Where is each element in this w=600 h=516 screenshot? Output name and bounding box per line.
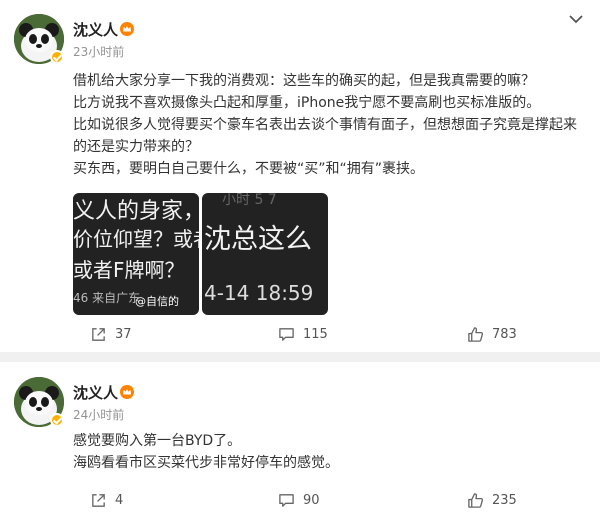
post-paragraph: 比如说很多人觉得要买个豪车名表出去谈个事情有面子，但想想面子究竟是撑起来的还是实… — [73, 117, 577, 155]
share-count: 37 — [115, 326, 132, 342]
comment-icon — [279, 327, 294, 341]
post-text: 借机给大家分享一下我的消费观：这些车的确买的起，但是我真需要的嘛？ 比方说我不喜… — [73, 70, 582, 180]
verified-badge-icon — [50, 50, 64, 64]
image-text-line: 4-14 18:59 — [204, 281, 314, 305]
share-icon — [92, 327, 105, 341]
image-watermark: @自信的 — [135, 295, 179, 308]
thumbs-up-icon — [468, 326, 484, 342]
share-button[interactable]: 37 — [90, 319, 132, 349]
comment-icon — [279, 493, 294, 507]
image-text-line: 沈总这么 — [204, 224, 312, 255]
like-button[interactable]: 783 — [467, 319, 517, 349]
image-text-line: 小时 5 7 — [222, 193, 277, 208]
share-icon — [92, 493, 105, 507]
comment-count: 115 — [303, 326, 328, 342]
post-paragraph: 买东西，要明白自己要什么，不要被“买”和“拥有”裹挟。 — [73, 161, 425, 177]
comment-count: 90 — [303, 492, 320, 508]
weibo-post: 沈义人 24小时前 感觉要购入第一台BYD了。 海鸥看看市区买菜代步非常好停车的… — [0, 362, 600, 516]
like-count: 235 — [492, 492, 517, 508]
share-count: 4 — [115, 492, 124, 508]
post-paragraph: 感觉要购入第一台BYD了。 — [73, 433, 242, 449]
chevron-down-icon[interactable] — [568, 14, 584, 24]
action-bar: 4 90 235 — [0, 485, 600, 515]
crown-icon — [120, 22, 134, 36]
image-text-line: 46 来自广东 — [73, 291, 141, 305]
author-name[interactable]: 沈义人 — [73, 382, 118, 403]
post-paragraph: 海鸥看看市区买菜代步非常好停车的感觉。 — [73, 455, 339, 471]
image-text-line: 义人的身家， 买 — [73, 199, 199, 224]
post-text: 感觉要购入第一台BYD了。 海鸥看看市区买菜代步非常好停车的感觉。 — [73, 430, 582, 474]
image-text-line: 或者F牌啊？ — [73, 258, 185, 282]
image-text-line: 价位仰望？或者 — [73, 227, 199, 251]
post-paragraph: 借机给大家分享一下我的消费观：这些车的确买的起，但是我真需要的嘛？ — [73, 73, 535, 89]
post-paragraph: 比方说我不喜欢摄像头凸起和厚重，iPhone我宁愿不要高刷也买标准版的。 — [73, 95, 541, 111]
post-time[interactable]: 24小时前 — [73, 406, 124, 423]
comment-button[interactable]: 115 — [278, 319, 328, 349]
weibo-post: 沈义人 23小时前 借机给大家分享一下我的消费观：这些车的确买的起，但是我真需要… — [0, 0, 600, 352]
verified-badge-icon — [50, 413, 64, 427]
post-image[interactable]: 小时 5 7 沈总这么 4-14 18:59 — [202, 193, 328, 315]
action-bar: 37 115 783 — [0, 319, 600, 349]
share-button[interactable]: 4 — [90, 485, 123, 515]
author-name[interactable]: 沈义人 — [73, 19, 118, 40]
like-count: 783 — [492, 326, 517, 342]
post-time[interactable]: 23小时前 — [73, 43, 124, 60]
thumbs-up-icon — [468, 492, 484, 508]
crown-icon — [120, 385, 134, 399]
like-button[interactable]: 235 — [467, 485, 517, 515]
comment-button[interactable]: 90 — [278, 485, 320, 515]
post-image[interactable]: 义人的身家， 买 价位仰望？或者 或者F牌啊？ 46 来自广东 @自信的 — [73, 193, 199, 315]
